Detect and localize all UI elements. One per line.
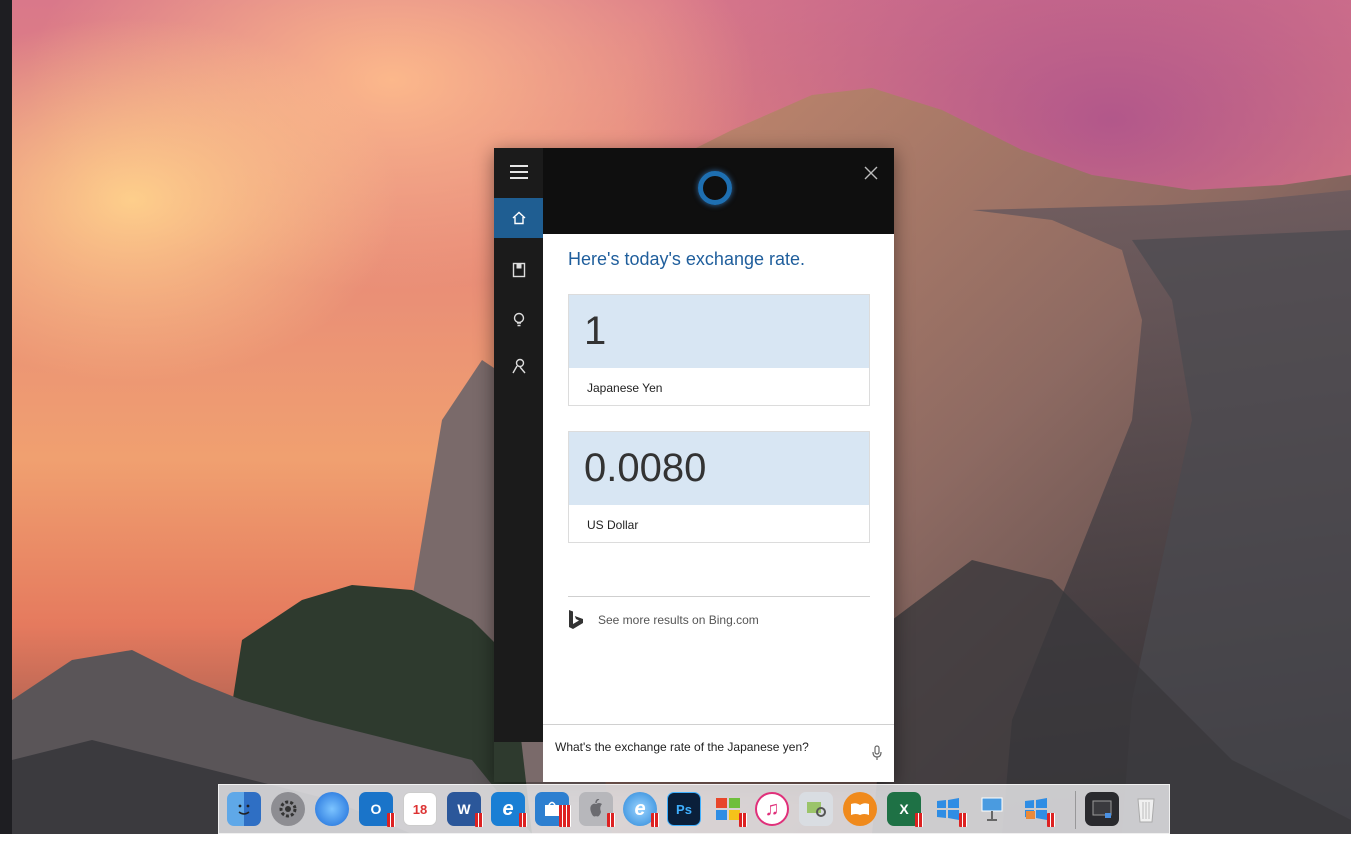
open-book-icon (851, 803, 869, 815)
excel-label: X (899, 801, 909, 817)
word-label: W (457, 801, 471, 817)
home-button[interactable] (494, 198, 543, 238)
from-currency-card[interactable]: 1 Japanese Yen (568, 294, 870, 406)
dock-windows-control-panel-icon[interactable] (1019, 792, 1055, 827)
bing-more-results-link[interactable]: See more results on Bing.com (568, 610, 759, 630)
parallels-badge (651, 813, 659, 827)
screen-bezel (0, 834, 1351, 864)
microphone-icon (872, 745, 882, 760)
microphone-button[interactable] (872, 745, 882, 766)
to-currency-card[interactable]: 0.0080 US Dollar (568, 431, 870, 543)
search-query-text[interactable]: What's the exchange rate of the Japanese… (555, 739, 845, 756)
parallels-badge (475, 813, 483, 827)
compass-icon (326, 803, 338, 815)
bing-logo-icon (569, 610, 583, 629)
dock-word-icon[interactable]: W (447, 792, 483, 827)
gear-icon (279, 800, 297, 818)
from-amount: 1 (569, 295, 869, 368)
parallels-badge (959, 813, 967, 827)
dock-windows-xp-icon[interactable] (711, 792, 747, 827)
finder-face-icon (238, 804, 250, 815)
parallels-badge (915, 813, 923, 827)
dock-separator (1075, 791, 1076, 829)
apple-logo-icon (590, 799, 602, 817)
to-amount: 0.0080 (569, 432, 869, 505)
dock-ibooks-icon[interactable] (843, 792, 877, 826)
edge-label: e (502, 797, 514, 820)
feedback-button[interactable] (494, 346, 543, 386)
cortana-logo-icon (698, 171, 732, 205)
parallels-badge (387, 813, 395, 827)
dock-itunes-icon[interactable]: ♫ (755, 792, 789, 826)
dock-parallels-desktop-icon[interactable] (1085, 792, 1119, 826)
dock-calendar-icon[interactable]: 18 (403, 792, 437, 826)
cortana-sidebar (494, 148, 543, 742)
dock-safari-icon[interactable] (315, 792, 349, 826)
parallels-badge (559, 805, 571, 827)
dock-excel-icon[interactable]: X (887, 792, 923, 827)
ie-label: e (634, 797, 646, 820)
parallels-badge (519, 813, 527, 827)
dock-finder-icon[interactable] (227, 792, 261, 826)
dock-boot-camp-icon[interactable] (579, 792, 615, 827)
divider (568, 596, 870, 597)
lightbulb-icon (513, 312, 524, 327)
hamburger-menu-icon (509, 165, 528, 179)
cortana-result-pane: Here's today's exchange rate. 1 Japanese… (543, 234, 894, 724)
parallels-badge (607, 813, 615, 827)
close-icon (864, 166, 878, 180)
podium-icon (981, 797, 1003, 821)
windows-flag-icon (716, 798, 740, 820)
result-heading: Here's today's exchange rate. (568, 249, 806, 269)
dock-photoshop-icon[interactable]: Ps (667, 792, 701, 826)
bing-link-text: See more results on Bing.com (598, 613, 759, 627)
home-icon (512, 211, 525, 225)
close-button[interactable] (858, 160, 884, 186)
dock-trash-icon[interactable] (1129, 792, 1163, 826)
from-currency-label: Japanese Yen (587, 381, 663, 395)
trash-can-icon (1137, 798, 1155, 823)
photoshop-label: Ps (676, 801, 692, 817)
outlook-label: O (370, 801, 382, 817)
hamburger-menu-button[interactable] (494, 152, 543, 192)
parallels-window-icon (1092, 800, 1112, 818)
dock-windows-store-icon[interactable] (535, 792, 571, 827)
dock-edge-icon[interactable]: e (491, 792, 527, 827)
notebook-icon (512, 262, 525, 278)
itunes-label: ♫ (764, 797, 780, 820)
feedback-icon (511, 358, 526, 374)
photos-preview-icon (807, 802, 826, 817)
dock-preview-icon[interactable] (799, 792, 833, 826)
windows-logo-icon (937, 798, 959, 820)
dock-windows-10-icon[interactable] (931, 792, 967, 827)
parallels-badge (739, 813, 747, 827)
dock-keynote-icon[interactable] (975, 792, 1009, 826)
reminders-button[interactable] (494, 300, 543, 340)
to-currency-label: US Dollar (587, 518, 639, 532)
dock-outlook-icon[interactable]: O (359, 792, 395, 827)
calendar-date: 18 (412, 801, 428, 817)
cortana-search-box[interactable]: What's the exchange rate of the Japanese… (543, 724, 894, 782)
parallels-badge (1047, 813, 1055, 827)
macos-dock: O 18 W e e Ps ♫ X (218, 784, 1170, 834)
dock-system-preferences-icon[interactable] (271, 792, 305, 826)
dock-internet-explorer-icon[interactable]: e (623, 792, 659, 827)
cortana-window: Here's today's exchange rate. 1 Japanese… (494, 148, 894, 782)
notebook-button[interactable] (494, 250, 543, 290)
cortana-header (543, 148, 894, 234)
windows-logo-icon (1025, 798, 1047, 820)
